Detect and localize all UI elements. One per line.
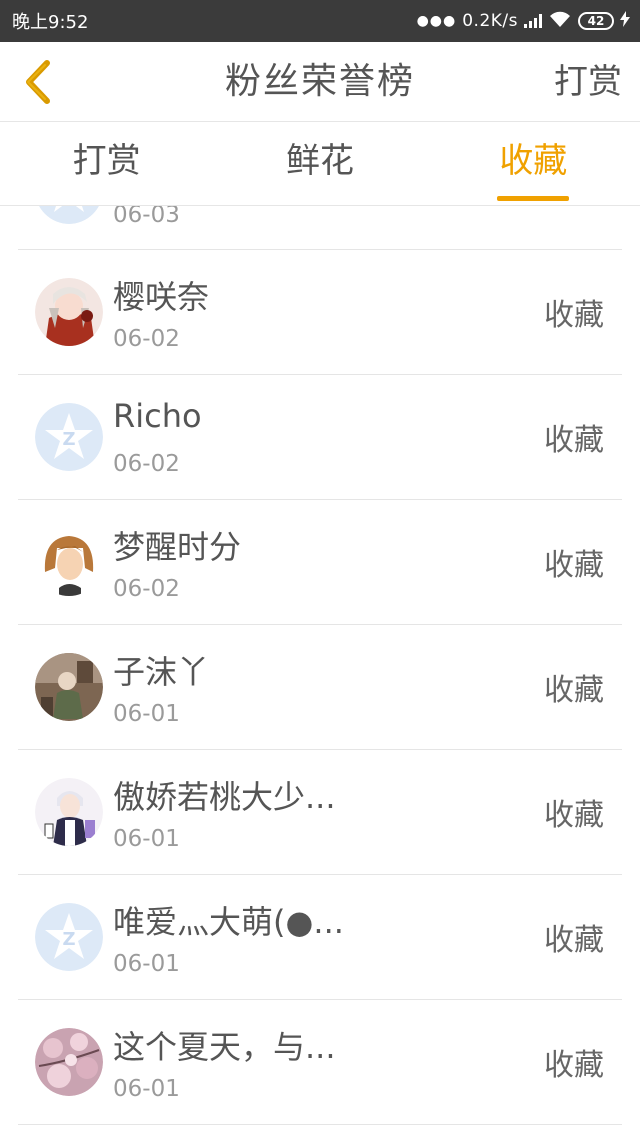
status-time: 晚上9:52 [12,12,89,33]
item-date: 06-03 [113,206,180,228]
tab-favorites[interactable]: 收藏 [427,122,640,205]
anime-boy-avatar [35,778,103,846]
tab-label: 鲜花 [285,141,354,181]
item-action: 收藏 [544,298,604,333]
item-date: 06-01 [113,826,180,852]
item-action: 收藏 [544,673,604,708]
fan-list[interactable]: Z 06-03 樱咲奈 06-02 收藏 Z Richo 06-02 收藏 [18,206,622,1138]
list-item[interactable]: 樱咲奈 06-02 收藏 [18,250,622,375]
anime-girl-red-avatar [35,278,103,346]
item-date: 06-02 [113,576,180,602]
blossom-avatar [35,1028,103,1096]
item-name: 子沫丫 [113,653,210,691]
battery-icon: 42 [578,12,614,30]
reward-button[interactable]: 打赏 [554,42,622,122]
title-bar: 粉丝荣誉榜 打赏 [0,42,640,122]
brown-hair-avatar [35,528,103,596]
item-action: 收藏 [544,423,604,458]
status-bar: 晚上9:52 ●●● 0.2K/s 42 [0,0,640,42]
list-item[interactable]: 傲娇若桃大少... 06-01 收藏 [18,750,622,875]
page-title: 粉丝荣誉榜 [224,61,415,102]
item-name: 这个夏天，与... [113,1028,336,1066]
item-name: 梦醒时分 [113,528,242,566]
tab-reward[interactable]: 打赏 [0,122,213,205]
signal-icon [524,14,542,28]
list-item[interactable]: Z 唯爱灬大萌(●... 06-01 收藏 [18,875,622,1000]
list-item[interactable]: Z Richo 06-02 收藏 [18,375,622,500]
list-item[interactable]: 子沫丫 06-01 收藏 [18,625,622,750]
default-qq-avatar: Z [35,206,103,224]
item-action: 收藏 [544,923,604,958]
item-name: 傲娇若桃大少... [113,778,336,816]
active-tab-indicator [497,196,570,201]
item-name: 唯爱灬大萌(●... [113,903,344,941]
default-qq-avatar: Z [35,403,103,471]
dots-icon: ●●● [416,13,457,29]
item-name: 樱咲奈 [113,278,210,316]
charging-icon [620,11,630,31]
list-item[interactable]: Z 06-03 [18,206,622,250]
list-item[interactable]: 梦醒时分 06-02 收藏 [18,500,622,625]
item-date: 06-01 [113,951,180,977]
default-qq-avatar: Z [35,903,103,971]
item-date: 06-01 [113,1076,180,1102]
item-name: Richo [113,397,202,435]
wifi-icon [548,10,572,33]
svg-text:Z: Z [62,429,75,450]
item-action: 收藏 [544,1048,604,1083]
item-action: 收藏 [544,548,604,583]
svg-text:Z: Z [62,929,75,950]
list-item[interactable]: 这个夏天，与... 06-01 收藏 [18,1000,622,1125]
tab-label: 收藏 [499,141,568,181]
item-date: 06-01 [113,701,180,727]
tab-flowers[interactable]: 鲜花 [213,122,426,205]
network-speed: 0.2K/s [462,11,518,31]
status-icons: ●●● 0.2K/s 42 [417,10,630,33]
tab-bar: 打赏 鲜花 收藏 [0,122,640,206]
item-action: 收藏 [544,798,604,833]
tab-label: 打赏 [72,141,141,181]
item-date: 06-02 [113,451,180,477]
photo-avatar [35,653,103,721]
battery-level: 42 [587,14,605,28]
item-date: 06-02 [113,326,180,352]
